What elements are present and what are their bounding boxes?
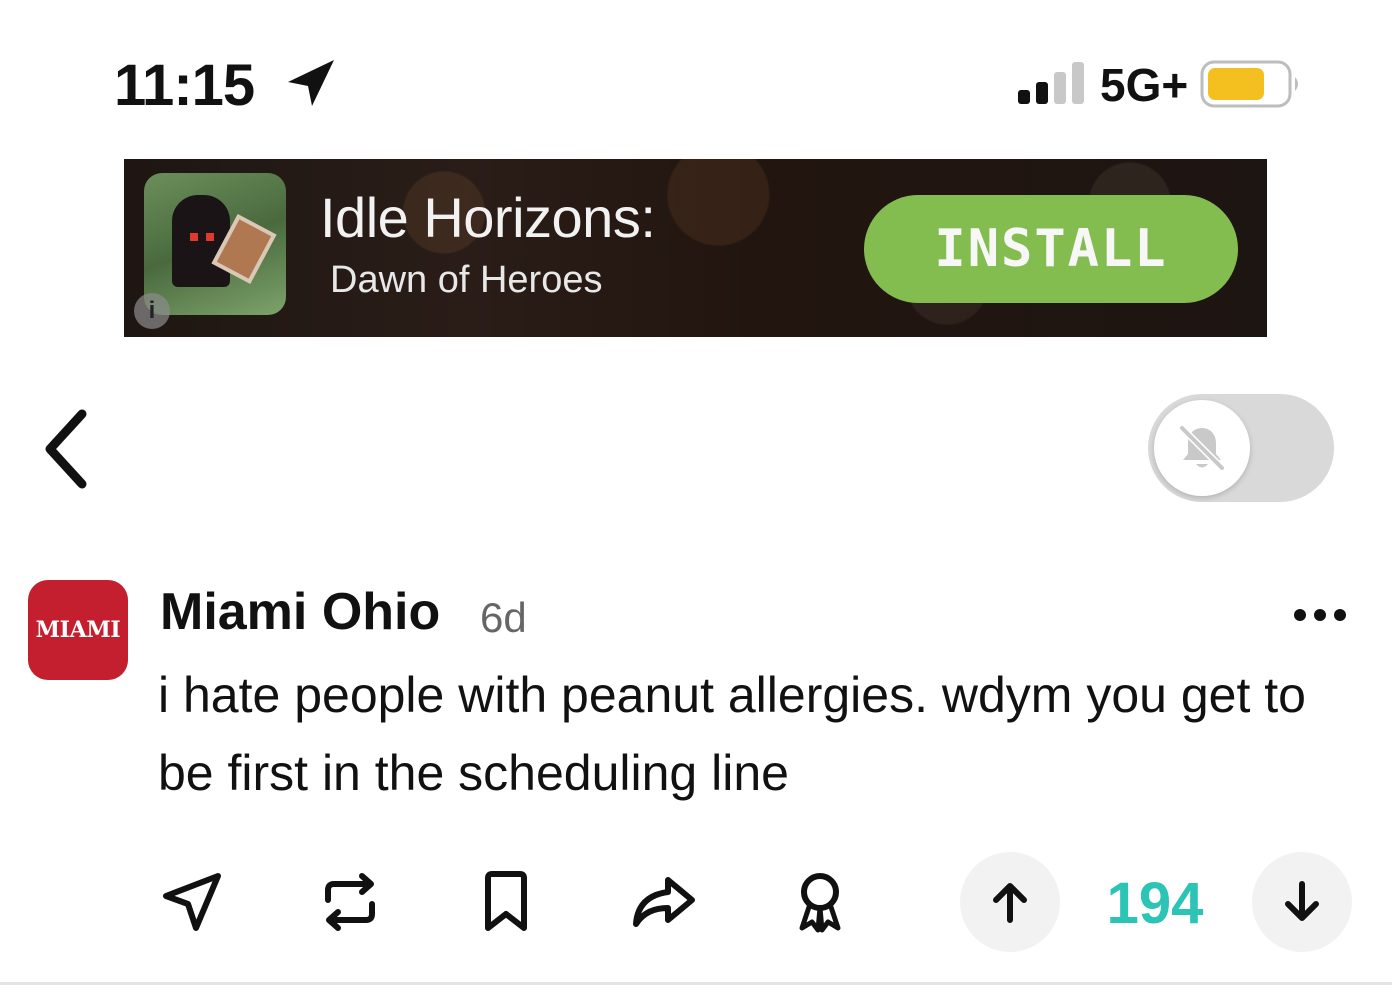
ad-figure-eye xyxy=(206,233,214,241)
ad-figure-art xyxy=(172,195,230,287)
repost-icon[interactable] xyxy=(314,866,386,938)
post-body: i hate people with peanut allergies. wdy… xyxy=(158,667,1306,801)
battery-icon xyxy=(1200,60,1298,108)
status-bar: 11:15 5G+ xyxy=(0,0,1392,150)
downvote-button[interactable] xyxy=(1252,852,1352,952)
ad-title: Idle Horizons: xyxy=(320,186,656,249)
arrow-up-icon xyxy=(993,883,1027,923)
arrow-down-icon xyxy=(1285,881,1319,921)
status-time: 11:15 xyxy=(114,53,255,118)
toggle-knob xyxy=(1154,400,1250,496)
vote-count: 194 xyxy=(1106,871,1204,936)
post-age: 6d xyxy=(480,594,527,641)
send-icon[interactable] xyxy=(156,866,228,938)
ad-install-button[interactable]: INSTALL xyxy=(864,195,1238,303)
notification-toggle[interactable] xyxy=(1148,394,1334,502)
avatar[interactable]: MIAMI xyxy=(28,580,128,680)
more-horizontal-icon[interactable] xyxy=(1290,598,1350,632)
bell-off-icon xyxy=(1178,424,1226,472)
chevron-left-icon[interactable] xyxy=(34,404,104,494)
signal-bars-icon xyxy=(1018,62,1084,104)
divider xyxy=(0,982,1392,985)
network-type: 5G+ xyxy=(1100,59,1189,111)
post-author[interactable]: Miami Ohio xyxy=(160,582,440,642)
ad-info-button[interactable]: i xyxy=(134,293,170,329)
upvote-button[interactable] xyxy=(960,852,1060,952)
bookmark-icon[interactable] xyxy=(470,866,542,938)
ad-figure-eye xyxy=(190,233,198,241)
share-icon[interactable] xyxy=(628,866,700,938)
location-arrow-icon xyxy=(288,60,334,106)
ad-subtitle: Dawn of Heroes xyxy=(330,259,603,301)
ad-banner[interactable]: i Idle Horizons: Dawn of Heroes INSTALL xyxy=(124,159,1267,337)
award-icon[interactable] xyxy=(784,866,856,938)
ad-app-icon xyxy=(144,173,286,315)
